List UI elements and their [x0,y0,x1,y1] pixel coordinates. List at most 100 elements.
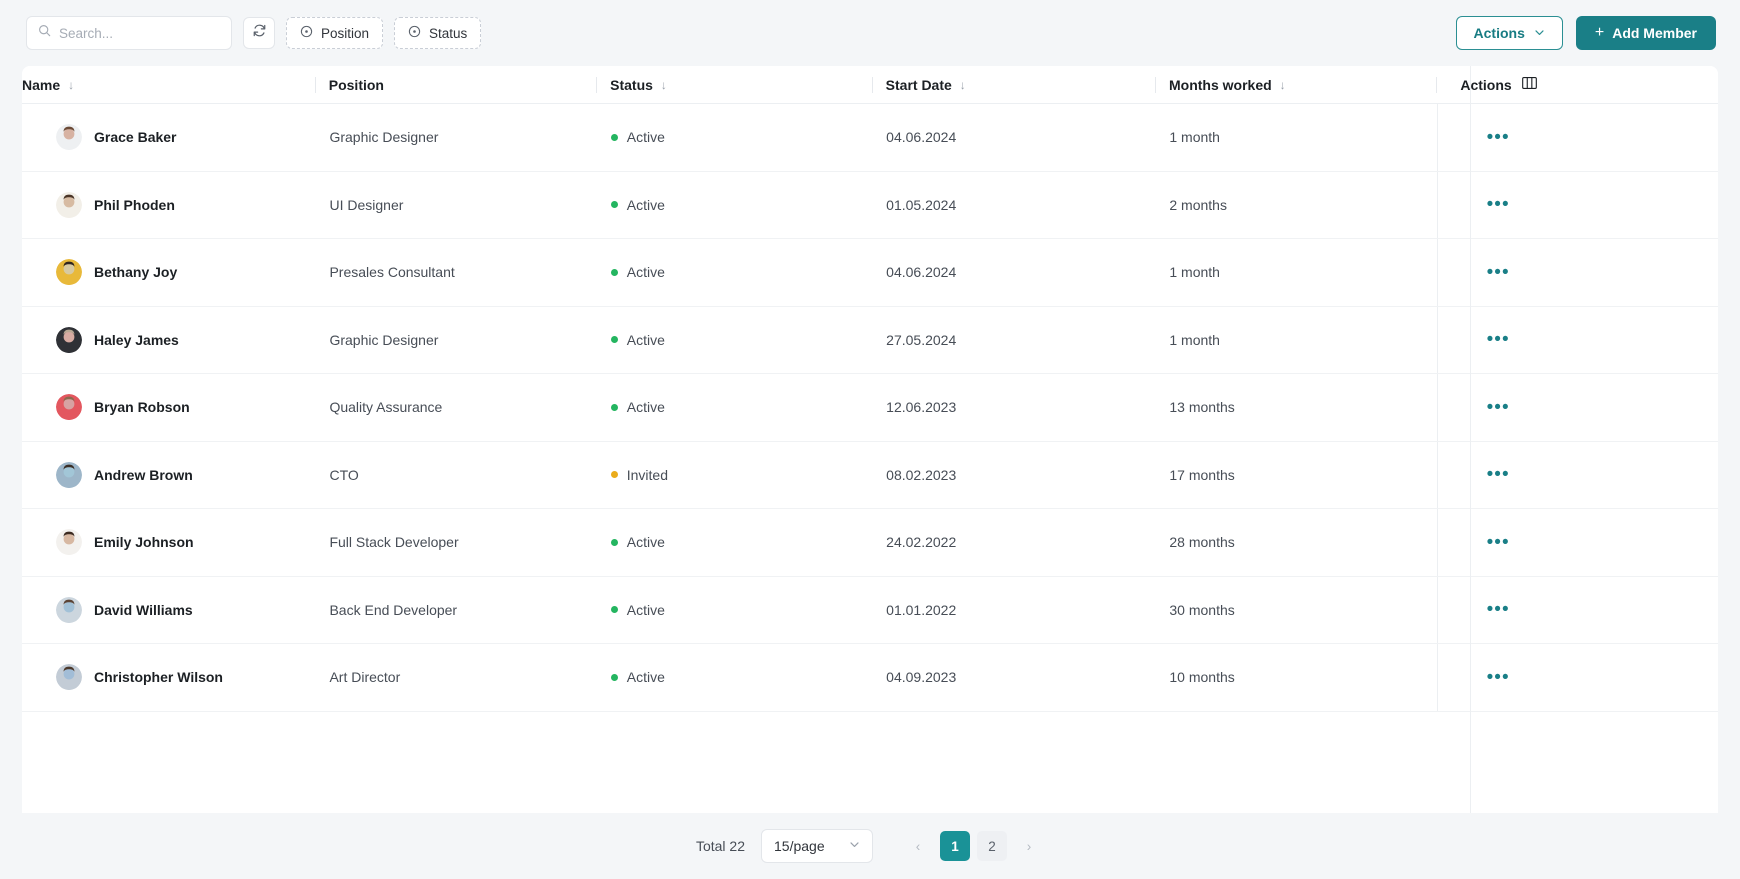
column-header-months-worked[interactable]: Months worked ↓ [1154,66,1436,104]
cell-actions: ••• [1436,509,1718,576]
status-badge: Active [626,264,665,281]
column-header-start-date-label: Start Date [885,76,952,93]
status-dot-icon [610,201,618,209]
table-row[interactable]: Andrew Brown CTO Invited 08.02.2023 17 month… [22,441,1718,509]
plus-circle-icon [300,25,313,41]
column-header-actions-label: Actions [1460,76,1512,93]
cell-status: Active [597,577,872,644]
sort-icon-start-date[interactable]: ↓ [960,79,966,91]
avatar [56,191,82,218]
column-header-start-date[interactable]: Start Date ↓ [871,66,1155,104]
cell-start-date: 08.02.2023 [886,466,957,483]
member-name: Haley James [94,331,179,348]
status-badge: Active [626,129,665,146]
row-actions-menu-button[interactable]: ••• [1481,124,1516,151]
status-badge: Invited [626,466,668,483]
status-dot-icon [610,673,618,681]
members-table: Name ↓ Position Status ↓ Start Date ↓ Mo… [22,66,1718,813]
status-dot-icon [610,606,618,614]
sort-icon-months-worked[interactable]: ↓ [1280,79,1286,91]
chevron-down-icon [1534,25,1545,41]
pagination-controls: ‹ 1 2 › [903,831,1045,861]
column-header-status[interactable]: Status ↓ [596,66,872,104]
status-badge: Active [626,534,665,551]
pagination-next-button[interactable]: › [1014,831,1045,861]
member-name: Phil Phoden [94,196,175,213]
cell-position: CTO [329,466,359,483]
row-actions-menu-button[interactable]: ••• [1481,394,1516,421]
cell-name: Bryan Robson [22,374,315,441]
add-member-button[interactable]: + Add Member [1575,16,1716,50]
add-member-button-label: Add Member [1612,25,1697,41]
cell-start-date: 12.06.2023 [886,399,957,416]
cell-months-worked: 10 months [1169,669,1235,686]
page-size-value: 15/page [774,838,825,854]
cell-start-date: 04.06.2024 [886,264,957,281]
row-actions-menu-button[interactable]: ••• [1481,259,1516,286]
status-badge: Active [626,331,665,348]
cell-status: Active [597,239,872,306]
cell-months-worked: 17 months [1169,466,1235,483]
status-dot-icon [610,336,618,344]
avatar [56,461,82,488]
cell-months-worked: 30 months [1169,601,1235,618]
search-input[interactable] [59,25,220,41]
table-row[interactable]: Grace Baker Graphic Designer Active 04.06.2… [22,104,1718,172]
cell-name: Bethany Joy [22,239,315,306]
row-actions-menu-button[interactable]: ••• [1481,529,1516,556]
status-badge: Active [626,601,665,618]
plus-circle-icon [408,25,421,41]
actions-button-label: Actions [1473,25,1525,41]
column-header-months-worked-label: Months worked [1168,76,1272,93]
actions-button[interactable]: Actions [1455,16,1563,50]
table-row[interactable]: Christopher Wilson Art Director Active 04.0… [22,644,1718,712]
row-actions-menu-button[interactable]: ••• [1481,326,1516,353]
table-row[interactable]: Bethany Joy Presales Consultant Active 04.0… [22,239,1718,307]
cell-start-date: 27.05.2024 [886,331,957,348]
cell-status: Active [597,307,872,374]
cell-position: Full Stack Developer [329,534,459,551]
page-size-select[interactable]: 15/page [761,829,874,863]
column-header-name[interactable]: Name ↓ [22,66,315,104]
row-actions-menu-button[interactable]: ••• [1481,461,1516,488]
cell-start-date: 04.06.2024 [886,129,957,146]
cell-months-worked: 13 months [1169,399,1235,416]
cell-actions: ••• [1436,374,1718,441]
pagination-page-2[interactable]: 2 [977,831,1008,861]
cell-months-worked: 1 month [1169,264,1220,281]
filter-chip-position-label: Position [321,25,370,41]
chevron-down-icon [849,839,860,853]
table-row[interactable]: Emily Johnson Full Stack Developer Active 2… [22,509,1718,577]
avatar [56,596,82,623]
cell-months-worked: 1 month [1169,129,1220,146]
row-actions-menu-button[interactable]: ••• [1481,191,1516,218]
member-name: David Williams [94,601,193,618]
filter-chip-position[interactable]: Position [286,17,384,49]
row-actions-menu-button[interactable]: ••• [1481,596,1516,623]
members-table-page: Position Status Actions [0,0,1740,879]
pagination-page-1[interactable]: 1 [940,831,971,861]
columns-settings-icon[interactable] [1521,76,1537,93]
sort-icon-name[interactable]: ↓ [68,79,74,91]
table-row[interactable]: Bryan Robson Quality Assurance Active 12.06… [22,374,1718,442]
cell-name: Haley James [22,307,315,374]
search-box[interactable] [26,16,232,50]
cell-position: Quality Assurance [329,399,443,416]
column-header-position[interactable]: Position [314,66,596,104]
refresh-button[interactable] [243,17,275,49]
pagination-prev-button[interactable]: ‹ [903,831,934,861]
avatar [56,664,82,691]
cell-name: Emily Johnson [22,509,315,576]
cell-months-worked: 1 month [1169,331,1220,348]
table-row[interactable]: David Williams Back End Developer Active 01… [22,576,1718,644]
table-row[interactable]: Haley James Graphic Designer Active 27.05.2… [22,306,1718,374]
row-actions-menu-button[interactable]: ••• [1481,664,1516,691]
total-count-label: Total 22 [695,838,746,854]
toolbar: Position Status Actions [0,0,1740,66]
filter-chip-status[interactable]: Status [394,17,482,49]
sort-icon-status[interactable]: ↓ [661,79,667,91]
cell-start-date: 01.05.2024 [886,196,957,213]
status-badge: Active [626,196,665,213]
cell-status: Active [597,509,872,576]
table-row[interactable]: Phil Phoden UI Designer Active 01.05.2024 2 … [22,171,1718,239]
